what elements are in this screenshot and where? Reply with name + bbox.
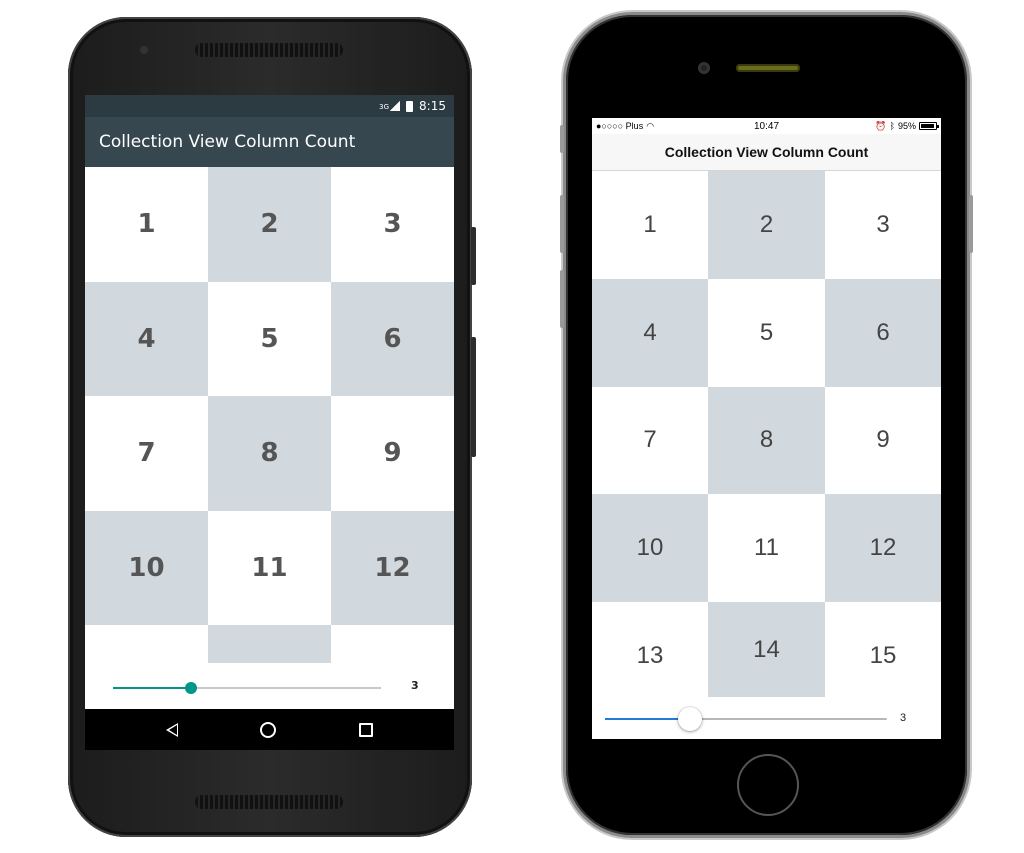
collection-item[interactable]: 2 [708,171,825,279]
collection-item[interactable]: 7 [592,387,708,495]
top-speaker-grille [195,43,343,57]
collection-item[interactable]: 11 [208,511,331,626]
status-time: 8:15 [419,99,446,113]
collection-item[interactable]: 7 [85,396,208,511]
front-camera [698,62,710,74]
collection-item[interactable]: 8 [708,386,825,495]
battery-percent: 95% [897,121,916,131]
collection-item[interactable]: 4 [592,278,708,387]
collection-item[interactable]: 8 [208,396,331,511]
slider-fill [113,687,191,689]
collection-item[interactable] [85,625,208,665]
column-count-slider-row: 3 [592,698,941,738]
column-count-value: 3 [411,679,419,692]
collection-item[interactable]: 10 [85,510,208,625]
collection-item[interactable] [208,625,331,663]
network-type: 3G [379,103,390,111]
column-count-slider[interactable] [113,682,381,694]
volume-up-button [560,195,564,253]
mute-switch [560,125,564,153]
collection-item[interactable]: 1 [592,171,708,279]
home-circle-icon[interactable] [260,721,277,738]
collection-item[interactable]: 9 [825,387,941,495]
alarm-icon: ⏰ [875,120,887,131]
collection-item[interactable]: 1 [85,167,208,282]
collection-item[interactable]: 15 [825,602,941,698]
carrier-signal: ●○○○○ Plus [596,121,644,131]
app-toolbar: Collection View Column Count [85,117,454,167]
collection-item[interactable]: 3 [331,167,454,282]
home-button[interactable] [737,754,799,816]
bluetooth-icon: ᛒ [889,121,895,131]
earpiece-speaker [736,64,800,72]
slider-thumb[interactable] [677,707,702,731]
collection-view[interactable]: 1 2 3 4 5 6 7 8 9 10 11 12 [85,167,454,665]
android-screen: 3G 8:15 Collection View Column Count 1 2… [85,95,454,750]
collection-item[interactable]: 5 [208,282,331,397]
page-title: Collection View Column Count [99,132,356,152]
collection-item[interactable]: 6 [331,281,454,396]
ios-screen: ●○○○○ Plus ◠ 10:47 ⏰ ᛒ 95% Collection Vi… [592,118,941,739]
collection-item[interactable]: 2 [208,167,331,282]
slider-thumb[interactable] [184,682,197,694]
collection-item[interactable]: 11 [708,494,825,602]
collection-item[interactable]: 13 [592,602,708,698]
page-title: Collection View Column Count [664,144,869,160]
volume-rocker [471,337,476,457]
volume-down-button [560,270,564,328]
collection-view[interactable]: 1 2 3 4 5 6 7 8 9 10 11 12 13 14 15 [592,171,941,698]
signal-icon: 3G [379,101,401,111]
collection-item[interactable]: 12 [825,494,941,603]
ios-status-bar: ●○○○○ Plus ◠ 10:47 ⏰ ᛒ 95% [592,118,941,134]
collection-item[interactable]: 6 [825,278,941,387]
collection-item[interactable]: 12 [331,510,454,625]
bottom-speaker-grille [195,795,343,809]
wifi-icon: ◠ [646,120,655,131]
collection-item[interactable]: 9 [331,396,454,511]
sleep-button [969,195,973,253]
front-camera [138,44,150,56]
slider-fill [605,718,690,720]
collection-item[interactable]: 3 [825,171,941,279]
power-button [471,227,476,285]
collection-item[interactable]: 5 [708,279,825,387]
back-triangle-icon[interactable] [166,722,179,737]
status-time: 10:47 [753,120,780,132]
navigation-bar: Collection View Column Count [592,134,941,171]
collection-item[interactable]: 14 [708,602,825,698]
battery-icon [919,122,939,130]
battery-icon [406,100,414,112]
column-count-value: 3 [900,712,907,724]
android-device: 3G 8:15 Collection View Column Count 1 2… [68,17,476,837]
column-count-slider[interactable] [605,707,887,731]
collection-item[interactable]: 4 [85,281,208,396]
android-navigation-bar [85,709,454,750]
collection-item[interactable]: 10 [592,494,708,603]
android-status-bar: 3G 8:15 [85,95,454,117]
recents-square-icon[interactable] [358,722,373,737]
iphone-device: ●○○○○ Plus ◠ 10:47 ⏰ ᛒ 95% Collection Vi… [560,15,973,835]
column-count-slider-row: 3 [85,665,454,709]
